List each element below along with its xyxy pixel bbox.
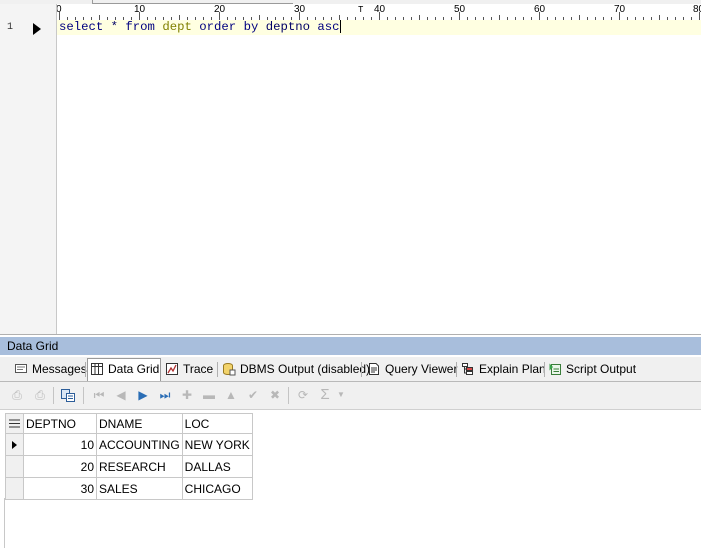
column-header-deptno[interactable]: DEPTNO	[23, 413, 97, 434]
tab-script-output[interactable]: Script Output	[546, 359, 640, 379]
tab-label: Query Viewer	[385, 362, 458, 376]
trace-icon	[166, 363, 178, 375]
row-indicator[interactable]	[5, 455, 24, 478]
text-cursor	[339, 20, 341, 34]
tab-label: Script Output	[566, 362, 637, 376]
sql-token: deptno	[258, 20, 318, 34]
sql-token: *	[103, 20, 126, 34]
tab-separator	[456, 362, 457, 377]
line-number: 1	[7, 22, 14, 33]
prior-record-icon[interactable]: ◀	[113, 387, 129, 403]
cell-dname[interactable]: RESEARCH	[96, 455, 183, 478]
current-row-arrow-icon	[12, 440, 17, 449]
ruler-tick	[219, 12, 220, 20]
column-ruler: 0 10 20 30 40 50 60 70 80 T	[56, 4, 701, 21]
toolbar-separator	[288, 387, 289, 404]
sum-dropdown-icon[interactable]: ▼	[336, 387, 346, 403]
tab-data-grid[interactable]: Data Grid	[87, 358, 161, 381]
sql-token: select	[59, 20, 104, 34]
sql-token: by	[243, 20, 259, 34]
ruler-tick	[379, 12, 380, 20]
tab-messages[interactable]: Messages	[12, 359, 87, 379]
tab-label: Trace	[183, 362, 214, 376]
tab-separator	[361, 362, 362, 377]
row-indicator[interactable]	[5, 477, 24, 500]
table-row[interactable]: 30 SALES CHICAGO	[5, 477, 253, 500]
sql-text[interactable]: select * from dept order by deptno asc	[59, 20, 341, 35]
explain-plan-icon	[462, 363, 473, 375]
tab-separator	[217, 362, 218, 377]
tab-separator	[544, 362, 545, 377]
tab-label: DBMS Output (disabled)	[240, 362, 371, 376]
column-chooser-icon	[9, 419, 20, 427]
last-record-icon[interactable]: ⏭	[157, 387, 173, 403]
sql-token: from	[125, 20, 155, 34]
tab-label: Data Grid	[108, 362, 160, 376]
cell-dname[interactable]: ACCOUNTING	[96, 433, 183, 456]
current-line-marker-icon	[33, 23, 41, 35]
post-edit-icon[interactable]: ✔	[245, 387, 261, 403]
sum-icon[interactable]: Σ	[317, 387, 333, 403]
editor-divider	[0, 334, 701, 335]
cancel-edit-icon[interactable]: ✖	[267, 387, 283, 403]
cell-deptno[interactable]: 10	[23, 433, 97, 456]
cell-loc[interactable]: CHICAGO	[181, 477, 253, 500]
tab-trace[interactable]: Trace	[163, 359, 217, 379]
ruler-tick	[459, 12, 460, 20]
data-grid: DEPTNO DNAME LOC 10 ACCOUNTING NEW YORK …	[5, 413, 253, 500]
edit-record-icon[interactable]: ▲	[223, 387, 239, 403]
tab-label: Explain Plan	[479, 362, 546, 376]
tab-explain-plan[interactable]: Explain Plan	[459, 359, 546, 379]
cell-deptno[interactable]: 20	[23, 455, 97, 478]
script-output-icon	[549, 363, 561, 375]
column-header-dname[interactable]: DNAME	[96, 413, 183, 434]
tab-label: Messages	[32, 362, 87, 376]
table-row[interactable]: 20 RESEARCH DALLAS	[5, 455, 253, 478]
cell-loc[interactable]: NEW YORK	[181, 433, 253, 456]
grid-header-row: DEPTNO DNAME LOC	[5, 413, 253, 434]
ruler-tick	[699, 12, 700, 20]
grid-toolbar: ⎙ ⎙ ⏮ ◀ ▶ ⏭ ✚ ▬ ▲ ✔ ✖ ⟳ Σ ▼	[0, 382, 701, 410]
export-icon[interactable]: ⎙	[32, 387, 48, 403]
tab-query-viewer[interactable]: Query Viewer	[365, 359, 458, 379]
sql-editor[interactable]: 0 10 20 30 40 50 60 70 80 T 1 select * f…	[0, 0, 701, 335]
column-header-loc[interactable]: LOC	[181, 413, 253, 434]
filter-icon[interactable]	[60, 387, 76, 403]
sql-token: order	[199, 20, 237, 34]
toolbar-separator	[53, 387, 54, 404]
tab-dbms-output[interactable]: DBMS Output (disabled)	[220, 359, 370, 379]
grid-area-border	[4, 498, 5, 548]
messages-icon	[15, 364, 27, 373]
cell-loc[interactable]: DALLAS	[181, 455, 253, 478]
grid-corner[interactable]	[5, 413, 24, 434]
print-icon[interactable]: ⎙	[9, 387, 25, 403]
cell-deptno[interactable]: 30	[23, 477, 97, 500]
result-tabs: Messages Data Grid Trace DBMS Output (di…	[0, 357, 701, 382]
delete-record-icon[interactable]: ▬	[201, 387, 217, 403]
tab-separator	[85, 362, 86, 377]
table-row[interactable]: 10 ACCOUNTING NEW YORK	[5, 433, 253, 456]
line-gutter: 1	[0, 4, 57, 334]
sql-token: dept	[162, 20, 192, 34]
row-indicator[interactable]	[5, 433, 24, 456]
dbms-output-icon	[223, 363, 236, 376]
next-record-icon[interactable]: ▶	[135, 387, 151, 403]
refresh-icon[interactable]: ⟳	[295, 387, 311, 403]
ruler-tick	[539, 12, 540, 20]
cell-dname[interactable]: SALES	[96, 477, 183, 500]
ruler-tick	[139, 12, 140, 20]
insert-record-icon[interactable]: ✚	[179, 387, 195, 403]
ruler-tick	[299, 12, 300, 20]
query-viewer-icon	[369, 363, 379, 375]
data-grid-icon	[91, 363, 103, 375]
toolbar-separator	[83, 387, 84, 404]
ruler-tick	[59, 12, 60, 20]
first-record-icon[interactable]: ⏮	[91, 387, 107, 403]
sql-token: asc	[317, 20, 340, 34]
result-pane-title: Data Grid	[0, 337, 701, 355]
ruler-caret-marker: T	[358, 5, 364, 15]
ruler-tick	[619, 12, 620, 20]
